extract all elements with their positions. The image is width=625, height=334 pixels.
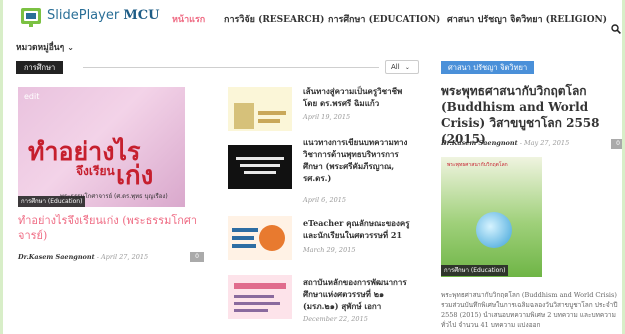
category-badge[interactable]: การศึกษา (Education) [441,265,509,276]
slideplayer-logo-icon[interactable] [20,7,42,27]
list-item-date: March 29, 2015 [303,246,356,254]
list-item-title[interactable]: แนวทางการเขียนบทความทางวิชาการด้านพุทธบร… [303,136,418,184]
post-thumbnail[interactable] [228,145,292,189]
post-thumbnail[interactable] [228,275,292,319]
featured-post-meta: Dr.Kasem Saengnont - April 27, 2015 [18,253,149,261]
list-item-title[interactable]: สถาบันหลักของการพัฒนาการศึกษาแห่งศตวรรษท… [303,276,418,312]
religion-post-image[interactable]: พระพุทธศาสนากับวิกฤตโลก [441,157,542,277]
category-badge[interactable]: การศึกษา (Education) [18,196,86,207]
other-categories-label: หมวดหมู่อื่นๆ [16,43,65,53]
category-filter-select[interactable]: All ⌄ [385,60,419,74]
list-item-date: April 19, 2015 [303,113,351,121]
nav-other-categories[interactable]: หมวดหมู่อื่นๆ ⌄ [16,40,74,54]
post-author[interactable]: Dr.Kasem Saengnont [441,139,518,147]
list-item-title[interactable]: เส้นทางสู่ความเป็นครูวิชาชีพ โดย ดร.พรศร… [303,85,418,109]
image-edit-label: edit [24,92,40,101]
religion-post-meta: Dr.Kasem Saengnont - May 27, 2015 [441,139,570,147]
site-logo[interactable]: SlidePlayer MCU [47,8,159,23]
nav-religion[interactable]: ศาสนา ปรัชญา จิตวิทยา (RELIGION) [447,12,607,26]
section-divider [83,67,379,68]
post-thumbnail[interactable] [228,87,292,131]
nav-education[interactable]: การศึกษา (EDUCATION) [328,12,440,26]
filter-value: All [391,63,400,71]
religion-post-title[interactable]: พระพุทธศาสนากับวิกฤตโลก (Buddhism and Wo… [441,83,621,147]
nav-home[interactable]: หน้าแรก [172,12,205,26]
list-item-date: December 22, 2015 [303,315,368,323]
chevron-down-icon: ⌄ [404,64,410,71]
image-caption: พระพุทธศาสนากับวิกฤตโลก [447,162,508,168]
post-date: May 27, 2015 [523,139,570,147]
featured-post-image[interactable]: edit ทำอย่างไร จึงเรียน เก่ง พระธรรมโกศา… [18,87,185,207]
list-item-title[interactable]: eTeacher คุณลักษณะของครูและนักเรียนในศตว… [303,217,418,241]
comment-count-badge[interactable]: 0 [611,139,622,149]
section-tag-religion[interactable]: ศาสนา ปรัชญา จิตวิทยา [441,61,535,74]
logo-prefix: SlidePlayer [47,8,120,23]
thumbnail-graphic [228,87,292,131]
comment-count-badge[interactable]: 0 [190,252,204,262]
top-navigation-bar: SlidePlayer MCU หน้าแรก การวิจัย (RESEAR… [6,0,622,34]
thumbnail-graphic [228,275,292,319]
nav-research[interactable]: การวิจัย (RESEARCH) [224,12,324,26]
page-frame: SlidePlayer MCU หน้าแรก การวิจัย (RESEAR… [0,0,625,334]
chevron-down-icon: ⌄ [67,43,74,52]
religion-post-excerpt: พระพุทธศาสนากับวิกฤตโลก (Buddhism and Wo… [441,291,618,329]
logo-suffix: MCU [123,8,160,23]
post-thumbnail[interactable] [228,216,292,260]
featured-post-title[interactable]: ทำอย่างไรจึงเรียนเก่ง (พระธรรมโกศาจารย์) [18,213,198,243]
search-icon[interactable] [611,24,621,34]
image-text-sub: จึงเรียน [76,164,115,178]
post-date: April 27, 2015 [100,253,149,261]
list-item-date: April 6, 2015 [303,196,346,204]
post-author[interactable]: Dr.Kasem Saengnont [18,253,95,261]
thumbnail-graphic [228,216,292,260]
section-tag-education[interactable]: การศึกษา [16,61,64,74]
globe-icon [476,212,512,248]
image-text-accent: เก่ง [116,161,154,191]
thumbnail-graphic [228,145,292,189]
